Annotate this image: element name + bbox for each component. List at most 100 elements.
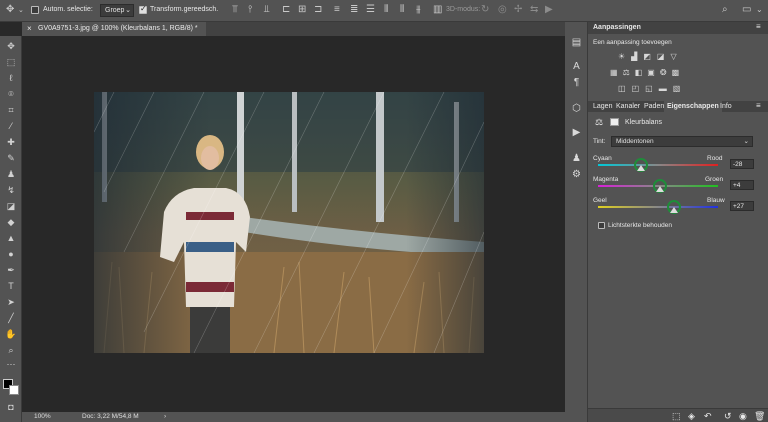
roll-3d-icon[interactable]: ◎	[498, 5, 507, 15]
zoom-level[interactable]: 100%	[34, 413, 51, 420]
hand-tool-icon[interactable]: ✋	[3, 327, 19, 341]
character-icon[interactable]: A	[570, 60, 583, 73]
cyan-red-value[interactable]: -28	[730, 159, 754, 169]
photo-filter-icon[interactable]: ▣	[647, 68, 660, 77]
search-icon[interactable]: ⌕	[722, 5, 728, 15]
panel-menu-icon[interactable]: ≡	[756, 101, 761, 110]
tab-paden[interactable]: Paden	[644, 103, 664, 110]
distribute-hcenter-icon[interactable]: ⫴	[400, 5, 404, 15]
yellow-blue-value[interactable]: +27	[730, 201, 754, 211]
cyan-red-thumb[interactable]	[637, 165, 646, 171]
transform-checkbox[interactable]	[139, 4, 147, 14]
chevron-down-icon[interactable]: ⌄	[18, 6, 24, 16]
tab-kanalen[interactable]: Kanaler	[616, 103, 640, 110]
panel-menu-icon[interactable]: ≡	[756, 22, 761, 31]
magenta-green-value[interactable]: +4	[730, 180, 754, 190]
lasso-tool-icon[interactable]: ℓ	[3, 71, 19, 85]
gradient-map-icon[interactable]: ▬	[659, 84, 673, 93]
libraries-icon[interactable]: ▤	[570, 36, 583, 49]
auto-align-icon[interactable]: ▥	[433, 5, 442, 15]
move-tool-icon[interactable]: ✥	[3, 39, 19, 53]
zoom-tool-icon[interactable]: ⌕	[3, 343, 19, 357]
tab-eigenschappen[interactable]: Eigenschappen	[664, 101, 722, 112]
tool-presets-icon[interactable]: ⚙	[570, 168, 583, 181]
distribute-left-icon[interactable]: ⦀	[384, 5, 388, 15]
paragraph-icon[interactable]: ¶	[570, 76, 583, 89]
auto-select-dropdown[interactable]: Groep ⌄	[100, 4, 134, 17]
channel-mixer-icon[interactable]: ❂	[660, 68, 672, 77]
clone-stamp-tool-icon[interactable]: ♟	[3, 167, 19, 181]
clip-to-layer-icon[interactable]: ⬚	[672, 411, 681, 422]
healing-brush-tool-icon[interactable]: ✚	[3, 135, 19, 149]
curves-icon[interactable]: ◩	[643, 52, 657, 61]
chevron-right-icon[interactable]: ›	[164, 413, 166, 420]
quick-mask-icon[interactable]: ◘	[3, 400, 19, 414]
layer-mask-icon[interactable]	[610, 118, 619, 126]
yellow-blue-track[interactable]	[598, 206, 718, 208]
view-previous-icon[interactable]: ◈	[688, 411, 695, 422]
distribute-top-icon[interactable]: ≡	[334, 5, 340, 15]
close-icon[interactable]: ×	[27, 24, 32, 33]
quick-select-tool-icon[interactable]: ⌾	[3, 87, 19, 101]
brightness-icon[interactable]: ☀	[618, 52, 631, 61]
distribute-right-icon[interactable]: ⫵	[416, 5, 421, 15]
move-tool-icon[interactable]: ✥	[6, 5, 14, 15]
crop-tool-icon[interactable]: ⌗	[3, 103, 19, 117]
tab-info[interactable]: Info	[720, 103, 732, 110]
eyedropper-tool-icon[interactable]: ⁄	[3, 119, 19, 133]
workspace-icon[interactable]: ▭	[742, 5, 751, 15]
black-white-icon[interactable]: ◧	[635, 68, 648, 77]
align-top-icon[interactable]: ⫪	[232, 5, 238, 15]
yellow-blue-thumb[interactable]	[670, 207, 679, 213]
align-vcenter-icon[interactable]: ⫯	[248, 5, 252, 15]
align-right-icon[interactable]: ⊐	[314, 5, 322, 15]
document-tab[interactable]: × GV0A9751-3.jpg @ 100% (Kleurbalans 1, …	[22, 22, 206, 36]
visibility-eye-icon[interactable]: ◉	[739, 411, 747, 422]
align-left-icon[interactable]: ⊏	[282, 5, 290, 15]
slide-3d-icon[interactable]: ⇆	[530, 5, 538, 15]
selective-color-icon[interactable]: ▧	[673, 84, 687, 93]
hue-saturation-icon[interactable]: ▦	[610, 68, 623, 77]
more-tools-icon[interactable]: ⋯	[3, 357, 19, 371]
color-balance-icon[interactable]: ⚖	[623, 68, 635, 77]
preserve-luminosity-checkbox[interactable]	[598, 222, 605, 229]
vibrance-icon[interactable]: ▽	[670, 52, 682, 61]
blur-tool-icon[interactable]: ▲	[3, 231, 19, 245]
invert-icon[interactable]: ◫	[618, 84, 632, 93]
eraser-tool-icon[interactable]: ◪	[3, 199, 19, 213]
history-brush-tool-icon[interactable]: ↯	[3, 183, 19, 197]
3d-cube-icon[interactable]: ⬡	[570, 102, 583, 115]
line-tool-icon[interactable]: ╱	[3, 311, 19, 325]
photo-image[interactable]	[94, 92, 484, 353]
tint-dropdown[interactable]: Middentonen ⌄	[611, 136, 753, 147]
tab-lagen[interactable]: Lagen	[593, 103, 612, 110]
posterize-icon[interactable]: ◰	[632, 84, 646, 93]
background-color-swatch[interactable]	[9, 385, 19, 395]
chevron-down-icon[interactable]: ⌄	[756, 5, 763, 15]
adjustments-tab[interactable]: Aanpassingen	[593, 24, 641, 31]
marquee-tool-icon[interactable]: ⬚	[3, 55, 19, 69]
align-bottom-icon[interactable]: ⫫	[264, 5, 270, 15]
exposure-icon[interactable]: ◪	[657, 52, 671, 61]
cyan-red-track[interactable]	[598, 164, 718, 166]
distribute-vcenter-icon[interactable]: ≣	[350, 5, 358, 15]
undo-icon[interactable]: ↶	[704, 411, 712, 422]
type-tool-icon[interactable]: T	[3, 279, 19, 293]
magenta-green-thumb[interactable]	[656, 186, 665, 192]
pen-tool-icon[interactable]: ✒	[3, 263, 19, 277]
distribute-bottom-icon[interactable]: ☰	[366, 5, 375, 15]
pan-3d-icon[interactable]: ✢	[514, 5, 522, 15]
align-hcenter-icon[interactable]: ⊞	[298, 5, 306, 15]
color-lookup-icon[interactable]: ▩	[672, 68, 685, 77]
levels-icon[interactable]: ▟	[631, 52, 643, 61]
actions-play-icon[interactable]: ▶	[570, 126, 583, 139]
path-select-tool-icon[interactable]: ➤	[3, 295, 19, 309]
orbit-3d-icon[interactable]: ↻	[481, 5, 489, 15]
paint-bucket-tool-icon[interactable]: ◆	[3, 215, 19, 229]
brush-tool-icon[interactable]: ✎	[3, 151, 19, 165]
reset-icon[interactable]: ↺	[724, 411, 732, 422]
trash-icon[interactable]: 🗑	[754, 411, 765, 422]
auto-select-checkbox[interactable]	[31, 6, 39, 14]
brush-presets-icon[interactable]: ♟	[570, 152, 583, 165]
scale-3d-icon[interactable]: ▶	[545, 5, 553, 15]
